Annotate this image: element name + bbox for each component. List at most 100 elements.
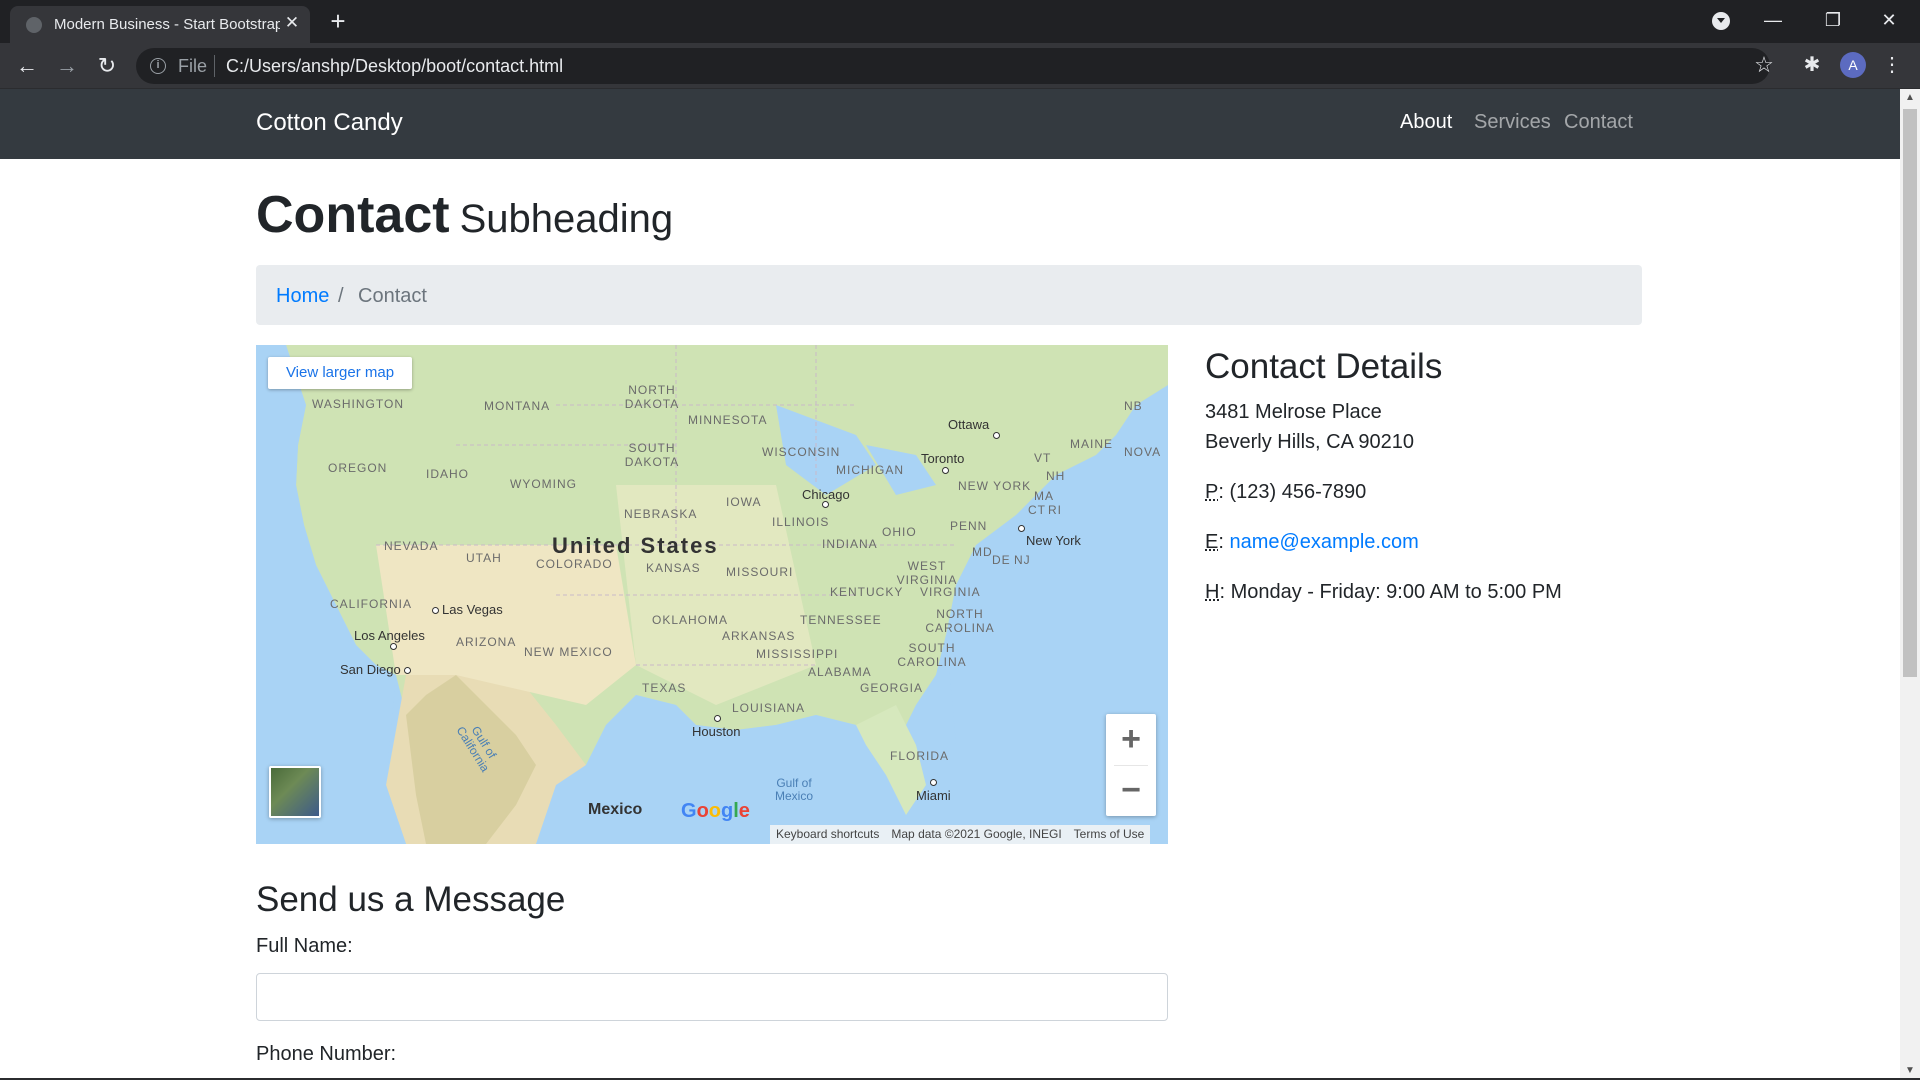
page-scrollbar[interactable]: ▲ ▼ <box>1900 89 1920 1080</box>
map-label-alabama: ALABAMA <box>808 665 872 679</box>
map-label-nb: NB <box>1124 399 1143 413</box>
nav-link-contact[interactable]: Contact <box>1564 111 1633 134</box>
map-label-new-york: NEW YORK <box>958 479 1032 493</box>
info-icon[interactable]: i <box>150 58 166 74</box>
map-label-california: CALIFORNIA <box>330 597 413 611</box>
map-label-mississippi: MISSISSIPPI <box>756 647 839 661</box>
browser-menu-icon[interactable]: ⋮ <box>1880 51 1904 79</box>
map-label-idaho: IDAHO <box>426 467 470 481</box>
google-logo: Google <box>681 800 750 822</box>
close-tab-icon[interactable]: ✕ <box>282 13 302 33</box>
map-city-chicago: Chicago <box>802 487 850 502</box>
hours-abbr: H <box>1205 581 1220 603</box>
map-label-georgia: GEORGIA <box>860 681 924 695</box>
map-label-new-mexico: NEW MEXICO <box>524 645 613 659</box>
breadcrumb-separator: / <box>338 285 344 307</box>
url-text[interactable]: C:/Users/anshp/Desktop/boot/contact.html <box>226 56 563 77</box>
bookmark-star-icon[interactable]: ☆ <box>1750 51 1778 79</box>
page-title: Contact Subheading <box>256 185 673 245</box>
map-label-md: MD <box>972 545 993 559</box>
forward-arrow-icon[interactable]: → <box>52 51 82 81</box>
phone-line: P: (123) 456-7890 <box>1205 481 1367 503</box>
browser-tab[interactable]: Modern Business - Start Bootstrap ✕ <box>10 6 310 43</box>
browser-tab-strip: Modern Business - Start Bootstrap ✕ + — … <box>0 0 1920 43</box>
scroll-up-arrow-icon[interactable]: ▲ <box>1900 89 1920 107</box>
extensions-icon[interactable]: ✱ <box>1798 51 1826 79</box>
map-label-nebraska: NEBRASKA <box>624 507 698 521</box>
map-label-iowa: IOWA <box>726 495 762 509</box>
map-label-vt: VT <box>1034 451 1052 465</box>
page-viewport: Cotton Candy About Services Contact Cont… <box>0 89 1900 1080</box>
scrollbar-thumb[interactable] <box>1903 109 1917 677</box>
nav-link-services[interactable]: Services <box>1474 111 1551 134</box>
map-dot-toronto <box>942 467 949 474</box>
map-label-louisiana: LOUISIANA <box>732 701 806 715</box>
new-tab-button[interactable]: + <box>324 7 352 35</box>
breadcrumb: Home / Contact <box>256 265 1642 325</box>
map-attribution-bar: Keyboard shortcuts Map data ©2021 Google… <box>770 825 1151 844</box>
back-arrow-icon[interactable]: ← <box>12 51 42 81</box>
map-label-missouri: MISSOURI <box>726 565 794 579</box>
map-label-south-dakota: SOUTH DAKOTA <box>624 441 680 469</box>
map-label-ma: MA <box>1034 489 1054 503</box>
globe-icon <box>26 17 42 33</box>
hours-line: H: Monday - Friday: 9:00 AM to 5:00 PM <box>1205 581 1562 603</box>
email-link[interactable]: name@example.com <box>1229 531 1418 553</box>
map-label-virginia: VIRGINIA <box>920 585 981 599</box>
map-city-houston: Houston <box>692 724 741 739</box>
map-label-north-carolina: NORTH CAROLINA <box>925 607 995 635</box>
map-label-ct: CT <box>1028 503 1046 517</box>
map-label-florida: FLORIDA <box>890 749 950 763</box>
map-label-oklahoma: OKLAHOMA <box>652 613 729 627</box>
map-city-new-york: New York <box>1026 533 1081 548</box>
address-line-1: 3481 Melrose Place <box>1205 401 1382 423</box>
google-map[interactable]: WASHINGTON MONTANA NORTH DAKOTA MINNESOT… <box>256 345 1168 844</box>
map-label-wisconsin: WISCONSIN <box>762 445 841 459</box>
phone-number-label: Phone Number: <box>256 1043 397 1065</box>
map-label-kentucky: KENTUCKY <box>830 585 904 599</box>
map-dot-miami <box>930 779 937 786</box>
profile-avatar[interactable]: A <box>1840 52 1866 78</box>
map-label-indiana: INDIANA <box>822 537 878 551</box>
satellite-toggle-thumbnail[interactable] <box>269 766 321 818</box>
map-label-arizona: ARIZONA <box>456 635 517 649</box>
close-window-button[interactable]: ✕ <box>1866 4 1912 36</box>
tab-search-icon[interactable] <box>1712 12 1730 30</box>
map-label-kansas: KANSAS <box>646 561 701 575</box>
full-name-label: Full Name: <box>256 935 353 957</box>
zoom-in-button[interactable]: + <box>1106 714 1156 764</box>
map-city-miami: Miami <box>916 788 951 803</box>
map-city-los-angeles: Los Angeles <box>354 628 425 643</box>
zoom-out-button[interactable]: − <box>1106 766 1156 816</box>
map-city-ottawa: Ottawa <box>948 417 990 432</box>
map-label-south-carolina: SOUTH CAROLINA <box>897 641 967 669</box>
map-label-penn: PENN <box>950 519 988 533</box>
map-label-ri: RI <box>1048 503 1062 517</box>
view-larger-map-link[interactable]: View larger map <box>268 357 412 389</box>
map-label-wyoming: WYOMING <box>510 477 577 491</box>
email-abbr: E <box>1205 531 1219 553</box>
site-navbar: Cotton Candy About Services Contact <box>0 89 1900 159</box>
map-label-de: DE <box>992 553 1011 567</box>
minimize-button[interactable]: — <box>1750 4 1796 36</box>
map-label-ohio: OHIO <box>882 525 917 539</box>
nav-link-about[interactable]: About <box>1400 111 1452 134</box>
map-city-san-diego: San Diego <box>340 662 401 677</box>
terms-of-use-link[interactable]: Terms of Use <box>1068 825 1151 844</box>
send-message-heading: Send us a Message <box>256 880 566 919</box>
full-name-input[interactable] <box>256 973 1168 1021</box>
breadcrumb-home-link[interactable]: Home <box>276 285 329 308</box>
navbar-brand[interactable]: Cotton Candy <box>256 109 403 137</box>
url-divider <box>214 55 215 77</box>
map-label-utah: UTAH <box>466 551 502 565</box>
page-subtitle: Subheading <box>459 197 674 241</box>
map-dot-las-vegas <box>432 607 439 614</box>
address-bar[interactable]: i File C:/Users/anshp/Desktop/boot/conta… <box>136 48 1770 84</box>
tab-title: Modern Business - Start Bootstrap <box>54 16 280 33</box>
reload-icon[interactable]: ↻ <box>92 51 122 81</box>
map-zoom-control: + − <box>1106 714 1156 816</box>
map-label-nova: NOVA <box>1124 445 1162 459</box>
keyboard-shortcuts-link[interactable]: Keyboard shortcuts <box>770 825 885 844</box>
map-label-arkansas: ARKANSAS <box>722 629 796 643</box>
restore-button[interactable]: ❐ <box>1810 4 1856 36</box>
